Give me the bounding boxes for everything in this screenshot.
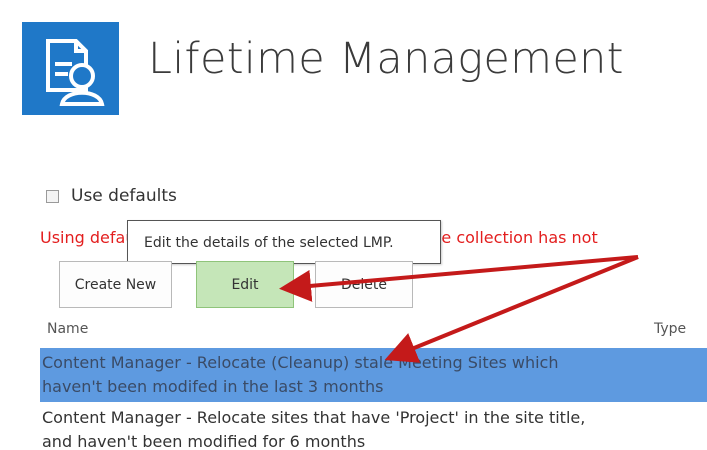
use-defaults-label: Use defaults	[71, 186, 177, 206]
arrow-to-selected-row	[384, 255, 639, 363]
use-defaults-row[interactable]: Use defaults	[46, 186, 177, 206]
edit-button[interactable]: Edit	[196, 261, 294, 308]
row-name: Content Manager - Relocate (Cleanup) sta…	[42, 353, 559, 396]
edit-tooltip: Edit the details of the selected LMP.	[127, 220, 441, 264]
app-logo	[22, 22, 119, 115]
column-header-type[interactable]: Type	[654, 321, 686, 337]
table-row[interactable]: Content Manager - Relocate sites that ha…	[40, 405, 707, 450]
document-user-icon	[22, 22, 119, 115]
page-title: Lifetime Management	[148, 34, 624, 84]
lifetime-management-page: Lifetime Management Use defaults Using d…	[0, 0, 707, 450]
column-header-name[interactable]: Name	[47, 321, 88, 337]
create-new-button[interactable]: Create New	[59, 261, 172, 308]
table-row-selected[interactable]: Content Manager - Relocate (Cleanup) sta…	[40, 348, 707, 402]
use-defaults-checkbox[interactable]	[46, 189, 59, 203]
delete-button[interactable]: Delete	[315, 261, 413, 308]
row-name: Content Manager - Relocate sites that ha…	[42, 408, 586, 450]
